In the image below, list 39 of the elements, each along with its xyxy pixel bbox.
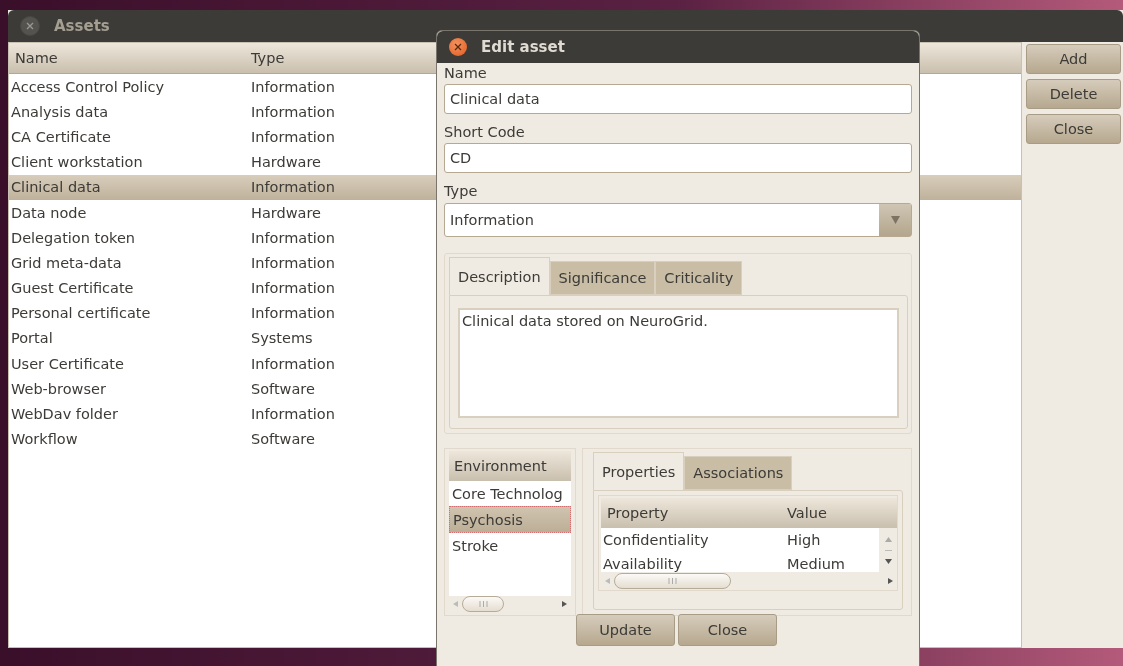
table-cell: Medium bbox=[787, 556, 845, 572]
table-cell-text: Information bbox=[251, 179, 336, 196]
table-cell-text: Guest Certificate bbox=[10, 280, 135, 297]
table-cell-text: User Certificate bbox=[10, 355, 125, 372]
table-cell-text: Access Control Policy bbox=[10, 78, 165, 95]
table-cell-text: Hardware bbox=[251, 204, 322, 221]
table-cell-text: Information bbox=[251, 78, 336, 95]
table-cell-text: Information bbox=[251, 406, 336, 423]
table-cell-text: WebDav folder bbox=[10, 406, 119, 423]
table-cell-text: Information bbox=[251, 280, 336, 297]
table-cell-text: Analysis data bbox=[10, 103, 109, 120]
table-cell-text: Information bbox=[251, 103, 336, 120]
table-cell-text: Information bbox=[251, 254, 336, 271]
table-cell-text: Systems bbox=[251, 330, 314, 347]
table-cell-text: Availability bbox=[602, 556, 684, 572]
table-cell-text: Hardware bbox=[251, 154, 322, 171]
table-cell-text: Software bbox=[251, 380, 316, 397]
field-label: Short Code bbox=[444, 123, 526, 141]
table-cell-text: CA Certificate bbox=[10, 128, 112, 145]
field-label: Name bbox=[444, 64, 488, 82]
table-cell: High bbox=[787, 532, 821, 548]
table-cell-text: Portal bbox=[10, 330, 54, 347]
table-cell-text: Information bbox=[251, 128, 336, 145]
table-cell-text: Information bbox=[251, 355, 336, 372]
field-label: Type bbox=[444, 182, 479, 200]
table-cell-text: Data node bbox=[10, 204, 88, 221]
table-cell-text: Grid meta-data bbox=[10, 254, 123, 271]
table-cell-text: Software bbox=[251, 431, 316, 448]
dialog-title: Edit asset bbox=[481, 38, 565, 56]
table-cell-text: Client workstation bbox=[10, 154, 144, 171]
table-cell-text: Information bbox=[251, 229, 336, 246]
table-cell-text: Delegation token bbox=[10, 229, 137, 246]
table-cell-text: Web-browser bbox=[10, 380, 107, 397]
table-cell-text: Workflow bbox=[10, 431, 79, 448]
table-cell-text: Personal certificate bbox=[10, 305, 152, 322]
table-cell-text: Information bbox=[251, 305, 336, 322]
table-cell-text: Confidentiality bbox=[602, 532, 710, 548]
table-cell-text: Clinical data bbox=[10, 179, 102, 196]
window-title: Assets bbox=[54, 17, 110, 35]
